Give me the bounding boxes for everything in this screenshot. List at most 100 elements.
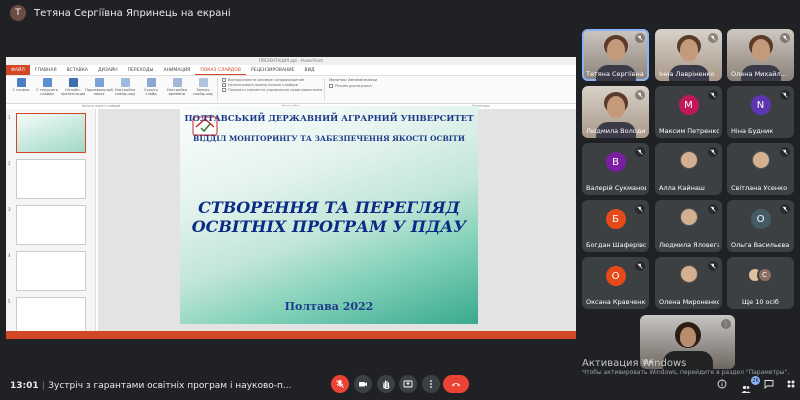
participant-avatar [751, 151, 770, 169]
checkbox-icon [222, 83, 226, 87]
present-button[interactable] [399, 375, 417, 393]
ribbon-rehearse-button[interactable]: Настройка времени [165, 78, 189, 101]
check-media-controls[interactable]: Показать элементы управления проигрывате… [222, 88, 322, 92]
participant-avatar: О [605, 266, 626, 286]
play-icon [16, 78, 26, 87]
participant-tile[interactable]: О Оксана Кравченко [582, 257, 649, 309]
participant-tile[interactable]: Людмила Володи... [582, 86, 649, 138]
hang-up-icon [452, 383, 460, 387]
participant-name: Богдан Шаферівс... [586, 241, 646, 249]
more-options-button[interactable] [422, 375, 440, 393]
ribbon-checkboxes: Воспроизвести речевое сопровождение Испо… [217, 78, 322, 101]
participant-name: Максим Петренко [659, 127, 719, 135]
raise-hand-button[interactable] [377, 375, 395, 393]
slide-thumbnail[interactable] [16, 159, 86, 199]
participant-name: Ще 10 осіб [742, 298, 779, 306]
globe-icon [68, 78, 78, 87]
ribbon-from-start-button[interactable]: С начала [9, 78, 33, 101]
mic-off-icon [708, 261, 718, 271]
present-screen-icon [403, 380, 413, 388]
more-vert-icon [430, 380, 432, 388]
participant-tile[interactable]: Олена Михайл... [727, 29, 794, 81]
mic-off-icon [336, 380, 344, 388]
participant-tile[interactable]: Алла Кайнаш [655, 143, 722, 195]
participant-tile[interactable]: Людмила Яловега [655, 200, 722, 252]
meeting-info: 13:01 | Зустріч з гарантами освітніх про… [10, 381, 292, 391]
participant-name: Тетяна Сергіївна [586, 70, 644, 78]
slide-thumbnail[interactable] [16, 297, 86, 331]
ppt-tab-design[interactable]: ДИЗАЙН [93, 65, 123, 75]
more-options-icon[interactable]: ⋮ [721, 319, 731, 329]
ribbon-setup-button[interactable]: Настройка слайд-шоу [113, 78, 137, 101]
ppt-tab-view[interactable]: ВИД [300, 65, 320, 75]
participant-tile[interactable]: N Ніна Будник [727, 86, 794, 138]
activation-title: Активация Windows [582, 358, 687, 369]
mic-off-icon [780, 90, 790, 100]
camera-button[interactable] [354, 375, 372, 393]
meeting-title[interactable]: Зустріч з гарантами освітніх програм і н… [48, 381, 291, 391]
mic-off-icon [780, 204, 790, 214]
slide-footer: Полтава 2022 [284, 300, 374, 313]
check-narration[interactable]: Воспроизвести речевое сопровождение [222, 78, 322, 82]
presenter-bar: Т Тетяна Сергіївна Япринець на екрані [0, 0, 800, 26]
chat-icon[interactable] [764, 379, 774, 389]
participant-tile[interactable]: Світлана Усенко [727, 143, 794, 195]
mic-off-button[interactable] [331, 375, 349, 393]
check-presenter-view[interactable]: Режим докладчика [329, 84, 377, 88]
participant-tile[interactable]: С Ще 10 осіб [727, 257, 794, 309]
slide-thumbnail[interactable] [16, 113, 86, 153]
clock: 13:01 [10, 381, 39, 391]
activities-icon[interactable] [786, 379, 796, 389]
mic-off-icon [708, 33, 718, 43]
ppt-tab-transitions[interactable]: ПЕРЕХОДЫ [123, 65, 159, 75]
mic-off-icon [780, 33, 790, 43]
ppt-tab-home[interactable]: ГЛАВНАЯ [30, 65, 62, 75]
timer-icon [172, 78, 182, 87]
more-participants-avatars: С [746, 267, 775, 285]
participant-tile[interactable]: Олена Мироненко [655, 257, 722, 309]
participant-tile[interactable]: О Ольга Васильєва [727, 200, 794, 252]
ppt-tab-review[interactable]: РЕЦЕНЗИРОВАНИЕ [246, 65, 300, 75]
record-icon [198, 78, 208, 87]
people-button[interactable]: 26 [741, 376, 760, 393]
slide-thumbnail-panel[interactable]: 1 2 3 4 5 [6, 109, 96, 331]
slide-title: СТВОРЕННЯ ТА ПЕРЕГЛЯД ОСВІТНІХ ПРОГРАМ У… [180, 198, 478, 236]
check-timings[interactable]: Использовать время показа слайдов [222, 83, 322, 87]
participant-name: Ольга Васильєва [731, 241, 790, 249]
slide-thumbnail[interactable] [16, 251, 86, 291]
ribbon-online-button[interactable]: Онлайн-презентация [61, 78, 85, 101]
slide-thumbnail[interactable] [16, 205, 86, 245]
participant-tile[interactable]: Тетяна Сергіївна [582, 29, 649, 81]
participant-tile[interactable]: М Максим Петренко [655, 86, 722, 138]
participant-name: Олена Михайл... [731, 70, 787, 78]
participant-name: Валерій Сукманов [586, 184, 646, 192]
current-slide: ПОЛТАВСЬКИЙ ДЕРЖАВНИЙ АГРАРНИЙ УНІВЕРСИТ… [180, 106, 478, 324]
monitor-select[interactable]: Монитор: Автоматически [329, 78, 377, 82]
participant-name: Оксана Кравченко [586, 298, 646, 306]
participant-tile[interactable]: Інна Лавріненко [655, 29, 722, 81]
participant-avatar: М [678, 95, 699, 115]
participant-tile[interactable]: В Валерій Сукманов [582, 143, 649, 195]
participant-name: Ніна Будник [731, 127, 774, 135]
meeting-toolbar: 13:01 | Зустріч з гарантами освітніх про… [0, 372, 800, 400]
mic-off-icon [708, 90, 718, 100]
participant-tile[interactable]: Б Богдан Шаферівс... [582, 200, 649, 252]
leave-call-button[interactable] [443, 375, 469, 393]
participant-avatar [679, 151, 698, 169]
ribbon-record-button[interactable]: Запись слайд-шоу [191, 78, 215, 101]
ppt-tab-insert[interactable]: ВСТАВКА [62, 65, 93, 75]
ppt-tab-slideshow[interactable]: ПОКАЗ СЛАЙДОВ [195, 65, 246, 75]
ppt-tab-file[interactable]: ФАЙЛ [6, 65, 30, 75]
info-icon[interactable] [717, 379, 727, 389]
slide-title-line: СТВОРЕННЯ ТА ПЕРЕГЛЯД [198, 198, 460, 217]
people-count-badge: 26 [751, 376, 760, 385]
ppt-tab-animation[interactable]: АНИМАЦИЯ [159, 65, 196, 75]
mic-off-icon [635, 33, 645, 43]
ppt-ribbon: С начала С текущего слайда Онлайн-презен… [6, 76, 576, 104]
ribbon-hide-slide-button[interactable]: Скрыть слайд [139, 78, 163, 101]
participant-avatar: В [605, 152, 626, 172]
ribbon-from-current-button[interactable]: С текущего слайда [35, 78, 59, 101]
ribbon-custom-show-button[interactable]: Произвольный показ [85, 78, 113, 101]
play-current-icon [42, 78, 52, 87]
participant-name: Інна Лавріненко [659, 70, 715, 78]
